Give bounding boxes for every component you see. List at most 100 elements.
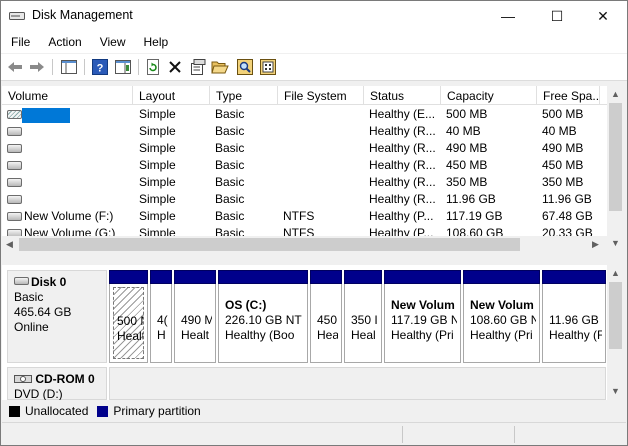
cell-capacity: 490 MB	[446, 141, 488, 155]
partition-block[interactable]: 490 M Healt	[174, 270, 216, 363]
partition-body: 450 MHeal	[310, 284, 342, 363]
back-icon[interactable]	[6, 58, 24, 76]
cell-status: Healthy (R...	[369, 124, 436, 138]
cell-type: Basic	[215, 209, 245, 223]
cell-type: Basic	[215, 158, 245, 172]
scrollbar-thumb[interactable]	[609, 282, 622, 349]
partition-name: New Volum	[470, 298, 534, 312]
partition-block[interactable]: 350 I Heal	[344, 270, 382, 363]
partition-size: 117.19 GB N	[391, 313, 457, 327]
hard-disk-icon	[14, 277, 29, 285]
close-button[interactable]: ✕	[580, 1, 626, 31]
volume-row[interactable]: Simple Basic Healthy (R... 350 MB 350 MB	[2, 174, 607, 191]
cell-status: Healthy (R...	[369, 192, 436, 206]
maximize-button[interactable]: ☐	[534, 1, 580, 31]
unallocated-swatch	[9, 405, 20, 417]
volume-row[interactable]: Simple Basic Healthy (E... 500 MB 500 MB	[2, 106, 607, 123]
volume-row[interactable]: Simple Basic Healthy (R... 450 MB 450 MB	[2, 157, 607, 174]
partition-size: 350 I	[351, 313, 378, 327]
scroll-down-arrow-icon[interactable]: ▼	[611, 238, 620, 248]
pane-splitter[interactable]	[2, 253, 626, 265]
volume-list-vertical-scrollbar[interactable]: ▲ ▼	[607, 86, 624, 253]
partition-type-bar	[344, 270, 382, 284]
menu-file[interactable]: File	[1, 31, 38, 53]
partition-status: Heal	[351, 328, 376, 342]
volume-row[interactable]: Simple Basic Healthy (R... 490 MB 490 MB	[2, 140, 607, 157]
partition-body: 500 MHealt	[109, 284, 148, 363]
partition-block[interactable]: 450 MHeal	[310, 270, 342, 363]
column-header-layout[interactable]: Layout	[133, 86, 210, 105]
menu-help[interactable]: Help	[134, 31, 177, 53]
cell-capacity: 500 MB	[446, 107, 488, 121]
status-bar-segment	[514, 426, 515, 443]
partition-block[interactable]: OS (C:) 226.10 GB NT Healthy (Boo	[218, 270, 308, 363]
menu-view[interactable]: View	[90, 31, 134, 53]
explore-icon[interactable]	[236, 58, 254, 76]
properties-icon[interactable]	[189, 58, 207, 76]
show-hide-action-pane-icon[interactable]	[114, 58, 132, 76]
cell-status: Healthy (E...	[369, 107, 436, 121]
partition-block[interactable]: New Volum 117.19 GB N Healthy (Pri	[384, 270, 461, 363]
scroll-up-arrow-icon[interactable]: ▲	[611, 268, 620, 278]
help-icon[interactable]: ?	[91, 58, 109, 76]
disk-0-label[interactable]: Disk 0 Basic 465.64 GB Online	[7, 270, 107, 363]
show-hide-console-tree-icon[interactable]	[60, 58, 78, 76]
volume-row[interactable]: Simple Basic Healthy (R... 11.96 GB 11.96 GB	[2, 191, 607, 208]
cell-status: Healthy (R...	[369, 158, 436, 172]
column-header-file-system[interactable]: File System	[278, 86, 364, 105]
partition-details: OS (C:) 226.10 GB NT Healthy (Boo	[222, 287, 304, 359]
menu-action[interactable]: Action	[38, 31, 89, 53]
partition-status: Healthy (F	[549, 328, 602, 342]
volume-icon	[7, 144, 22, 153]
scroll-up-arrow-icon[interactable]: ▲	[611, 89, 620, 99]
cell-capacity: 40 MB	[446, 124, 481, 138]
column-header-free-space[interactable]: Free Spa...	[537, 86, 600, 105]
delete-icon[interactable]	[166, 58, 184, 76]
partition-block[interactable]: 500 MHealt	[109, 270, 148, 363]
volume-icon	[7, 161, 22, 170]
partition-name: OS (C:)	[225, 298, 267, 312]
cell-layout: Simple	[139, 175, 176, 189]
volume-row[interactable]: Simple Basic Healthy (R... 40 MB 40 MB	[2, 123, 607, 140]
scroll-left-arrow-icon[interactable]: ◀	[6, 239, 13, 250]
partition-size: 490 M	[181, 313, 212, 327]
scrollbar-thumb[interactable]	[19, 238, 520, 251]
cell-type: Basic	[215, 141, 245, 155]
partition-type-bar	[174, 270, 216, 284]
toolbar-separator	[84, 59, 85, 75]
graphical-view-vertical-scrollbar[interactable]: ▲ ▼	[607, 265, 624, 400]
cdrom-0-label[interactable]: CD-ROM 0 DVD (D:)	[7, 367, 107, 401]
partition-details: 500 MHealt	[113, 287, 144, 359]
scroll-down-arrow-icon[interactable]: ▼	[611, 386, 620, 396]
column-header-status[interactable]: Status	[364, 86, 441, 105]
disk-wizard-icon[interactable]	[259, 58, 277, 76]
partition-block[interactable]: 11.96 GB Healthy (F	[542, 270, 606, 363]
cell-capacity: 350 MB	[446, 175, 488, 189]
refresh-icon[interactable]	[144, 58, 162, 76]
open-folder-icon[interactable]	[211, 58, 229, 76]
volume-list-horizontal-scrollbar[interactable]: ◀ ▶	[2, 236, 607, 253]
partition-block[interactable]: 4(H	[150, 270, 172, 363]
partition-type-bar	[218, 270, 308, 284]
cdrom-0-media[interactable]	[109, 367, 606, 400]
minimize-button[interactable]: —	[485, 1, 531, 31]
cdrom-drive-icon	[14, 375, 32, 383]
volume-row[interactable]: New Volume (F:) Simple Basic NTFS Healthy (P…	[2, 208, 607, 225]
column-header-capacity[interactable]: Capacity	[441, 86, 537, 105]
selected-volume-name[interactable]	[22, 108, 70, 123]
scroll-right-arrow-icon[interactable]: ▶	[592, 239, 599, 250]
partition-type-bar	[150, 270, 172, 284]
forward-icon[interactable]	[28, 58, 46, 76]
scrollbar-thumb[interactable]	[609, 103, 622, 211]
partition-status: H	[157, 328, 166, 342]
cell-status: Healthy (P...	[369, 209, 434, 223]
partition-details: New Volum 117.19 GB N Healthy (Pri	[388, 287, 457, 359]
partition-type-bar	[310, 270, 342, 284]
cell-free-space: 500 MB	[542, 107, 584, 121]
partition-body: 4(H	[150, 284, 172, 363]
partition-details: 450 MHeal	[314, 287, 338, 359]
column-header-type[interactable]: Type	[210, 86, 278, 105]
column-header-volume[interactable]: Volume	[2, 86, 133, 105]
cell-free-space: 40 MB	[542, 124, 577, 138]
partition-block[interactable]: New Volum 108.60 GB N Healthy (Pri	[463, 270, 540, 363]
